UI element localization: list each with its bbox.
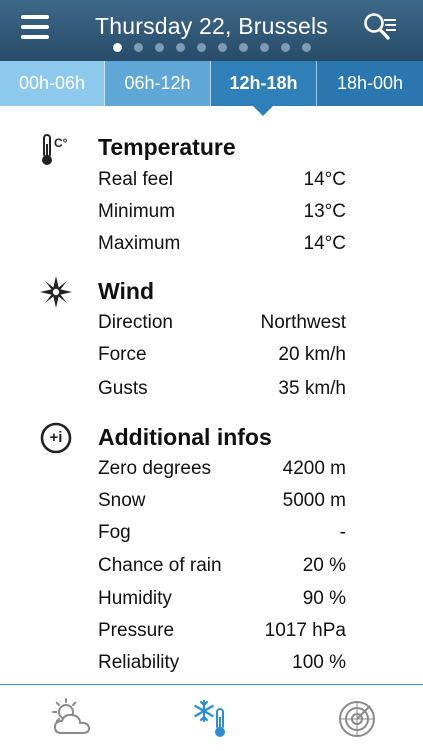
page-dot[interactable]	[175, 43, 185, 52]
row-label: Direction	[98, 312, 173, 333]
list-item: Minimum 13°C	[98, 198, 346, 226]
page-dot[interactable]	[238, 43, 248, 52]
row-label: Gusts	[98, 378, 148, 399]
list-item: Direction Northwest	[98, 309, 346, 337]
row-value: 14°C	[303, 169, 346, 190]
row-label: Real feel	[98, 169, 173, 190]
tab-06h-12h[interactable]: 06h-12h	[105, 61, 211, 106]
list-item: Maximum 14°C	[98, 230, 346, 258]
row-value: 100 %	[292, 652, 346, 673]
menu-button[interactable]	[21, 15, 49, 39]
list-item: Chance of rain 20 %	[98, 552, 346, 580]
list-item: Humidity 90 %	[98, 585, 346, 613]
row-value: 1017 hPa	[264, 620, 346, 641]
row-value: 90 %	[302, 588, 346, 609]
compass-rose-icon	[38, 274, 74, 310]
row-label: Pressure	[98, 620, 175, 641]
row-label: Humidity	[98, 588, 172, 609]
row-label: Chance of rain	[98, 555, 222, 576]
row-label: Reliability	[98, 652, 180, 673]
temperature-title: Temperature	[98, 134, 236, 160]
menu-icon-bar	[21, 25, 49, 29]
search-list-icon	[364, 13, 396, 40]
row-label: Snow	[98, 490, 146, 511]
info-plus-icon: +i	[38, 420, 74, 456]
row-label: Minimum	[98, 201, 176, 222]
list-item: Gusts 35 km/h	[98, 375, 346, 403]
row-label: Fog	[98, 522, 131, 543]
row-value: 20 km/h	[278, 344, 346, 365]
row-value: 4200 m	[282, 458, 346, 479]
row-label: Zero degrees	[98, 458, 212, 479]
page-indicator	[0, 43, 423, 53]
tab-00h-06h[interactable]: 00h-06h	[0, 61, 105, 106]
thermometer-celsius-icon: C°	[38, 132, 74, 168]
row-value: 5000 m	[282, 490, 346, 511]
time-range-tabs: 00h-06h 06h-12h 12h-18h 18h-00h	[0, 61, 423, 106]
snowflake-thermometer-icon	[194, 699, 225, 737]
page-dot[interactable]	[217, 43, 227, 52]
row-value: -	[339, 522, 346, 543]
forecast-tab[interactable]	[49, 697, 95, 741]
celsius-label: C°	[54, 136, 68, 150]
page-dot[interactable]	[133, 43, 143, 52]
sun-cloud-icon	[52, 698, 90, 734]
app-header: Thursday 22, Brussels	[0, 0, 423, 61]
details-tab[interactable]	[190, 697, 236, 741]
list-item: Force 20 km/h	[98, 341, 346, 369]
menu-icon-bar	[21, 15, 49, 19]
page-dot-active[interactable]	[112, 43, 122, 52]
list-item: Real feel 14°C	[98, 166, 346, 194]
forecast-details: C° Temperature Real feel 14°C Minimum 13…	[0, 106, 423, 684]
list-item: Snow 5000 m	[98, 487, 346, 515]
tab-12h-18h[interactable]: 12h-18h	[211, 61, 317, 106]
row-value: 13°C	[303, 201, 346, 222]
list-item: Fog -	[98, 519, 346, 547]
row-value: 20 %	[302, 555, 346, 576]
page-title: Thursday 22, Brussels	[94, 13, 329, 39]
page-dot[interactable]	[280, 43, 290, 52]
page-dot[interactable]	[259, 43, 269, 52]
radar-icon	[339, 701, 375, 737]
tab-18h-00h[interactable]: 18h-00h	[317, 61, 423, 106]
list-item: Zero degrees 4200 m	[98, 455, 346, 483]
wind-title: Wind	[98, 278, 154, 304]
list-item: Pressure 1017 hPa	[98, 617, 346, 645]
bottom-tab-bar	[0, 684, 423, 751]
info-plus-label: +i	[49, 429, 63, 446]
search-button[interactable]	[362, 11, 398, 45]
row-label: Force	[98, 344, 147, 365]
row-value: 14°C	[303, 233, 346, 254]
list-item: Reliability 100 %	[98, 649, 346, 677]
additional-infos-title: Additional infos	[98, 424, 272, 450]
row-value: 35 km/h	[278, 378, 346, 399]
menu-icon-bar	[21, 35, 49, 39]
radar-tab[interactable]	[334, 697, 380, 741]
page-dot[interactable]	[154, 43, 164, 52]
page-dot[interactable]	[301, 43, 311, 52]
page-dot[interactable]	[196, 43, 206, 52]
row-value: Northwest	[260, 312, 346, 333]
row-label: Maximum	[98, 233, 181, 254]
